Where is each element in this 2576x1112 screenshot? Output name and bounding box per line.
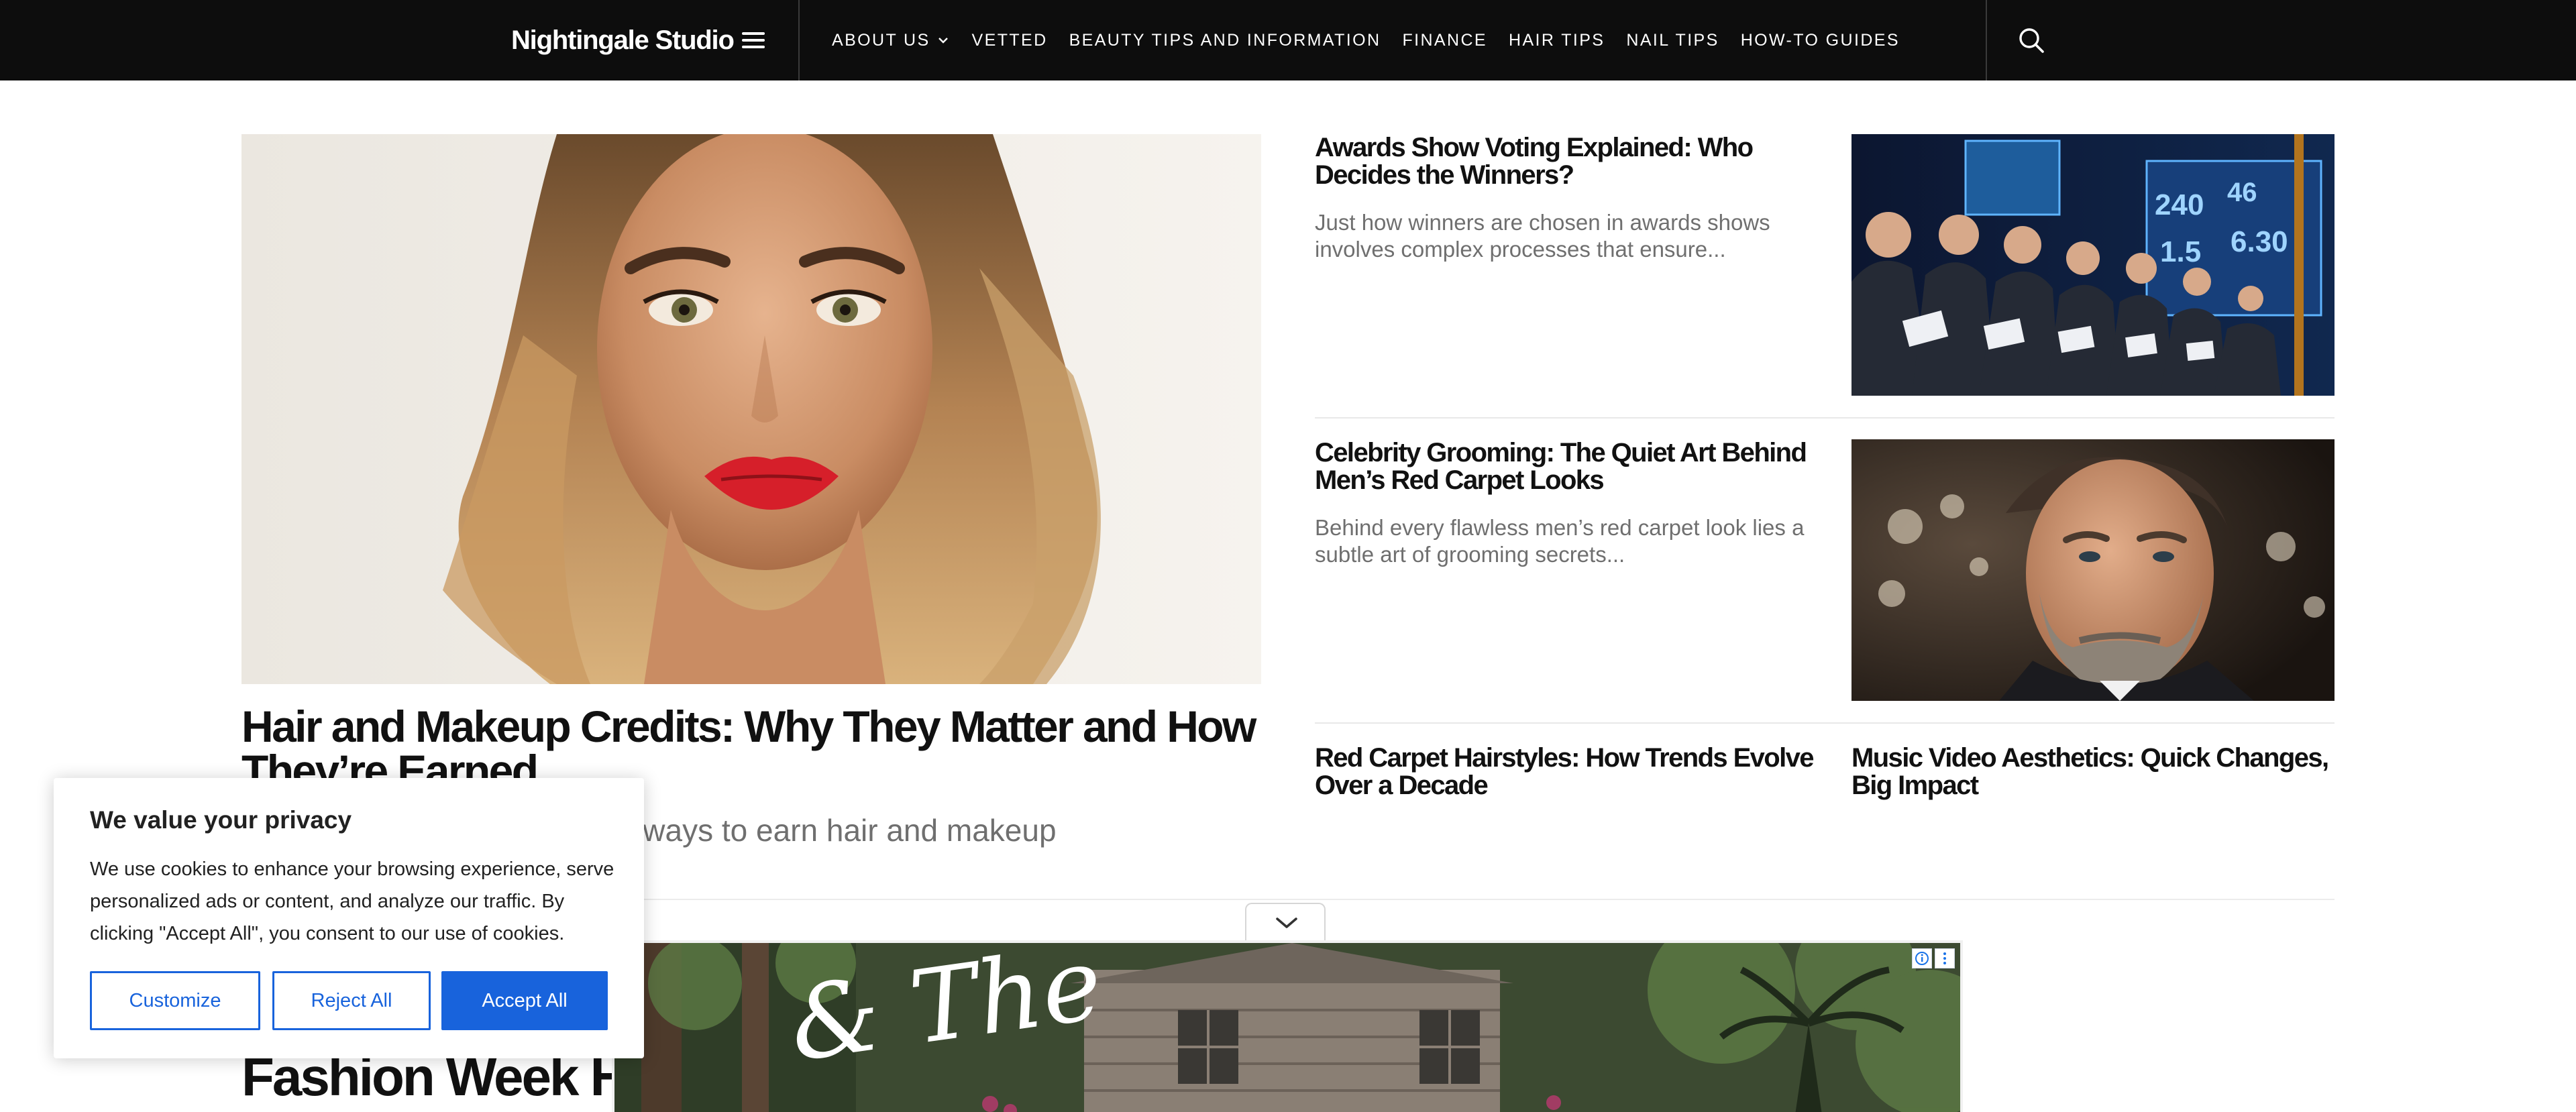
customize-button[interactable]: Customize: [90, 971, 260, 1030]
story-title-red-carpet-hairstyles[interactable]: Red Carpet Hairstyles: How Trends Evolve…: [1315, 744, 1825, 799]
lead-story-image[interactable]: [241, 134, 1261, 684]
story-excerpt-grooming: Behind every flawless men’s red carpet l…: [1315, 515, 1805, 567]
search-icon[interactable]: [2017, 25, 2046, 55]
story-title-grooming[interactable]: Celebrity Grooming: The Quiet Art Behind…: [1315, 439, 1825, 494]
story-excerpt-awards: Just how winners are chosen in awards sh…: [1315, 210, 1770, 262]
chevron-down-icon: [1276, 918, 1297, 928]
ad-options-icon[interactable]: [1935, 948, 1955, 968]
accept-all-button[interactable]: Accept All: [441, 971, 608, 1030]
nav-item-about-us[interactable]: ABOUT US: [832, 30, 951, 51]
story-title-awards[interactable]: Awards Show Voting Explained: Who Decide…: [1315, 134, 1825, 189]
svg-text:6.30: 6.30: [2231, 225, 2288, 258]
header-divider: [798, 0, 800, 80]
story-title-music-video[interactable]: Music Video Aesthetics: Quick Changes, B…: [1851, 744, 2334, 799]
main-nav: ABOUT US VETTED BEAUTY TIPS AND INFORMAT…: [832, 30, 1900, 51]
nav-item-how-to-guides[interactable]: HOW-TO GUIDES: [1741, 30, 1900, 51]
ad-collapse-button[interactable]: [1245, 903, 1326, 940]
cookie-description: We use cookies to enhance your browsing …: [90, 858, 614, 944]
header-divider: [1986, 0, 1987, 80]
advertisement-banner[interactable]: & The: [612, 940, 1963, 1112]
chevron-down-icon: [938, 38, 948, 44]
adchoices-info-icon[interactable]: [1912, 948, 1932, 968]
svg-text:1.5: 1.5: [2160, 235, 2201, 268]
cookie-consent-banner: We value your privacy We use cookies to …: [54, 778, 644, 1058]
nav-item-finance[interactable]: FINANCE: [1402, 30, 1487, 51]
story-image-grooming[interactable]: [1851, 439, 2334, 701]
nav-item-nail-tips[interactable]: NAIL TIPS: [1626, 30, 1719, 51]
nav-item-hair-tips[interactable]: HAIR TIPS: [1509, 30, 1605, 51]
site-header: Nightingale Studio ABOUT US VETTED BEAUT…: [0, 0, 2576, 80]
nav-label: ABOUT US: [832, 31, 930, 50]
svg-text:46: 46: [2227, 178, 2257, 207]
story-image-awards[interactable]: 240 46 1.5 6.30: [1851, 134, 2334, 396]
reject-all-button[interactable]: Reject All: [272, 971, 431, 1030]
cookie-title: We value your privacy: [90, 806, 352, 834]
ad-badges: [1912, 948, 1955, 968]
nav-item-beauty-tips[interactable]: BEAUTY TIPS AND INFORMATION: [1069, 30, 1381, 51]
nav-item-vetted[interactable]: VETTED: [972, 30, 1048, 51]
story-divider: [1315, 417, 2334, 419]
svg-text:240: 240: [2155, 188, 2204, 221]
site-logo[interactable]: Nightingale Studio: [511, 24, 735, 56]
story-divider: [1315, 722, 2334, 724]
menu-icon[interactable]: [742, 31, 765, 50]
